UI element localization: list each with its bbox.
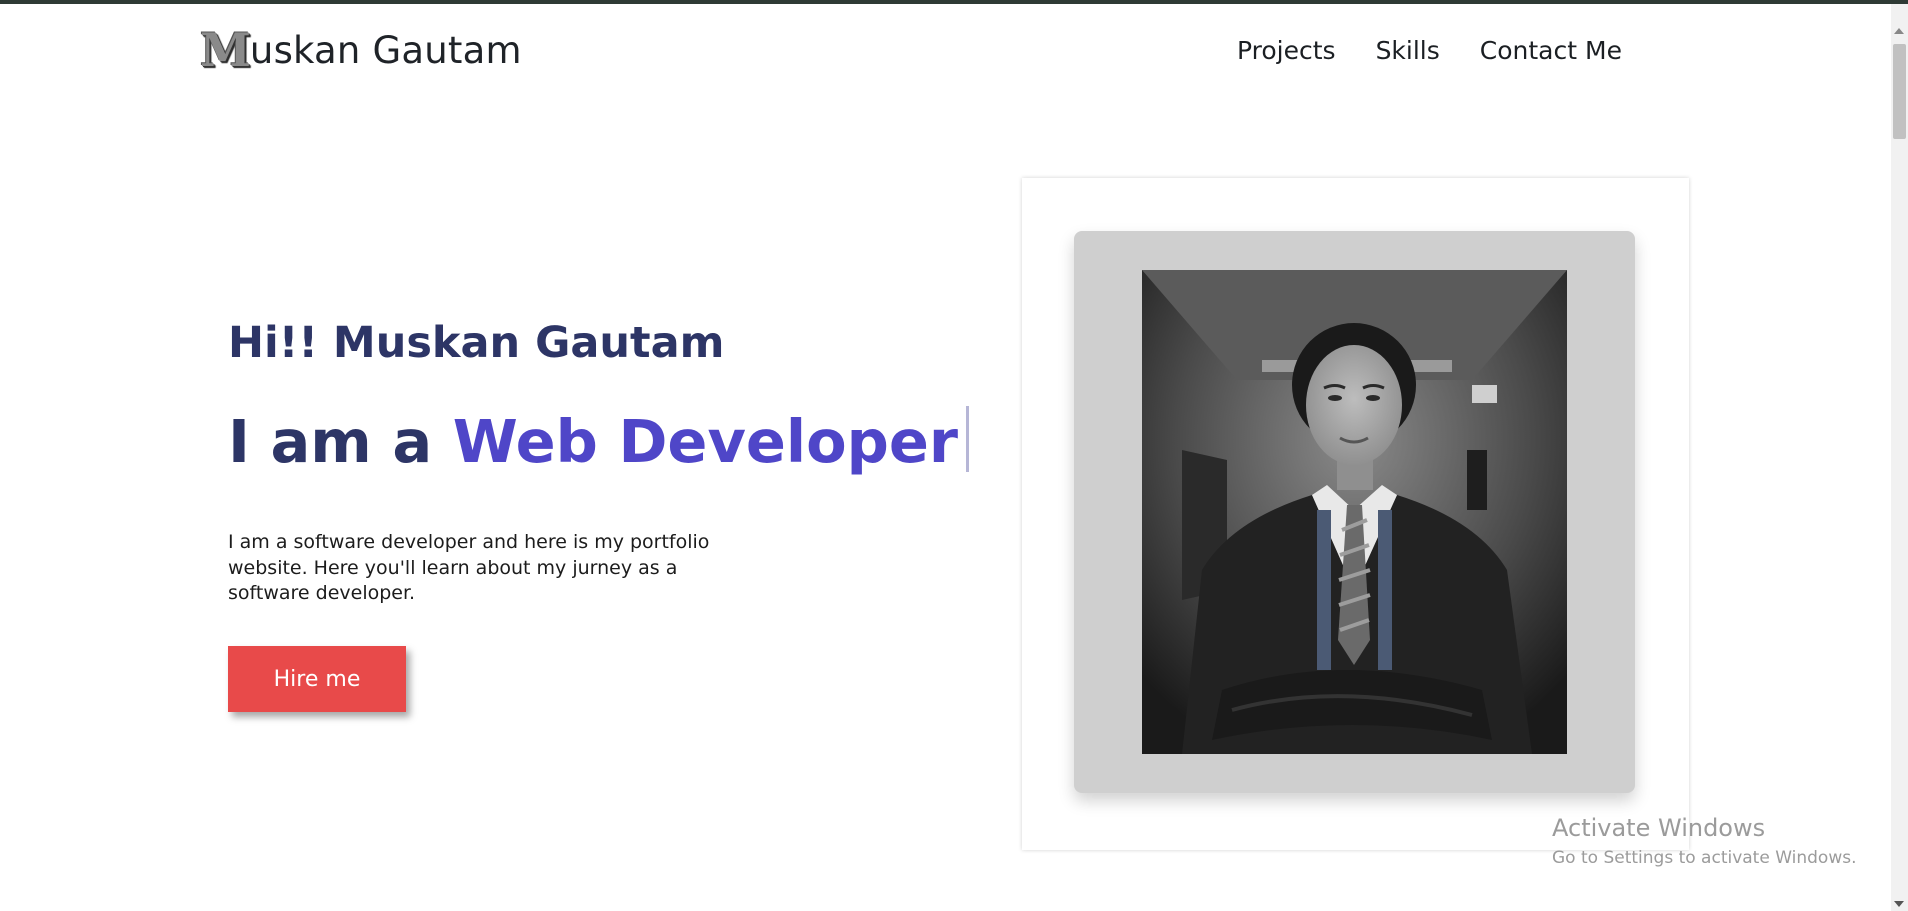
vertical-scrollbar[interactable] xyxy=(1891,4,1908,911)
logo-initial: M xyxy=(200,23,251,77)
hero-role: I am a Web Developer xyxy=(228,404,970,480)
scrollbar-thumb[interactable] xyxy=(1893,44,1906,139)
nav-skills[interactable]: Skills xyxy=(1376,36,1440,65)
role-prefix: I am a xyxy=(228,407,453,476)
chevron-down-icon[interactable] xyxy=(1894,901,1904,907)
browser-top-border xyxy=(0,0,1908,4)
watermark-subtitle: Go to Settings to activate Windows. xyxy=(1552,848,1857,868)
hire-me-button[interactable]: Hire me xyxy=(228,646,406,712)
profile-photo xyxy=(1142,270,1567,754)
watermark-title: Activate Windows xyxy=(1552,814,1766,842)
portfolio-page: M uskan Gautam Projects Skills Contact M… xyxy=(0,0,1908,911)
nav-projects[interactable]: Projects xyxy=(1237,36,1336,65)
main-nav: Projects Skills Contact Me xyxy=(1237,30,1622,70)
photo-card xyxy=(1022,178,1689,850)
hero-greeting: Hi!! Muskan Gautam xyxy=(228,318,725,368)
role-typed-text: Web Developer xyxy=(452,407,959,476)
typing-cursor xyxy=(966,406,970,472)
hero-description: I am a software developer and here is my… xyxy=(228,531,710,604)
logo-name: uskan Gautam xyxy=(249,28,522,72)
photo-frame xyxy=(1074,231,1635,793)
site-logo[interactable]: M uskan Gautam xyxy=(200,24,522,76)
nav-contact-me[interactable]: Contact Me xyxy=(1480,36,1622,65)
chevron-up-icon[interactable] xyxy=(1894,28,1904,34)
windows-activation-watermark: Activate Windows Go to Settings to activ… xyxy=(1552,814,1857,868)
